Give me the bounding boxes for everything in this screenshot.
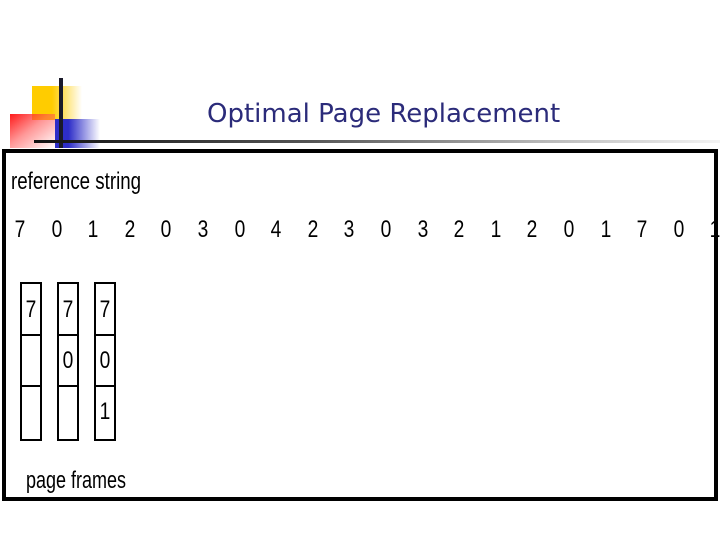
page-frame-column: 7 0 1 bbox=[94, 282, 116, 441]
frame-cell: 1 bbox=[99, 398, 111, 425]
reference-item: 2 bbox=[453, 216, 465, 243]
reference-item: 1 bbox=[710, 216, 720, 243]
reference-item: 2 bbox=[124, 216, 136, 243]
reference-string: 70120304230321201701 bbox=[6, 216, 720, 246]
frame-cell: 0 bbox=[99, 347, 111, 374]
reference-item: 0 bbox=[161, 216, 172, 243]
reference-item: 1 bbox=[600, 216, 611, 243]
reference-item: 0 bbox=[673, 216, 685, 243]
frame-cell: 7 bbox=[25, 296, 37, 323]
frame-cell bbox=[61, 386, 75, 437]
frame-cell bbox=[24, 386, 38, 437]
diagram-panel: reference string 70120304230321201701 77… bbox=[2, 149, 720, 501]
reference-item: 0 bbox=[234, 216, 245, 243]
reference-item: 1 bbox=[87, 216, 99, 243]
reference-item: 3 bbox=[344, 216, 355, 243]
frame-cell bbox=[24, 335, 38, 386]
reference-item: 1 bbox=[490, 216, 502, 243]
reference-item: 3 bbox=[417, 216, 428, 243]
title-underline bbox=[34, 140, 720, 143]
reference-item: 2 bbox=[527, 216, 538, 243]
page-frame-column: 70 bbox=[57, 282, 79, 441]
reference-item: 7 bbox=[636, 216, 648, 243]
frame-cell-divider bbox=[59, 385, 77, 387]
reference-item: 3 bbox=[197, 216, 209, 243]
frame-cell: 7 bbox=[62, 296, 74, 323]
frame-cell: 7 bbox=[99, 296, 111, 323]
frame-cell-divider bbox=[22, 334, 40, 336]
frame-cell-divider bbox=[96, 385, 114, 387]
reference-item: 2 bbox=[307, 216, 319, 243]
reference-string-label: reference string bbox=[11, 168, 142, 195]
page-frame-column: 7 bbox=[20, 282, 42, 441]
frame-cell-divider bbox=[22, 385, 40, 387]
frame-cell-divider bbox=[96, 334, 114, 336]
reference-item: 0 bbox=[380, 216, 392, 243]
reference-item: 7 bbox=[14, 216, 26, 243]
decor-vertical-line bbox=[59, 78, 63, 148]
reference-item: 4 bbox=[270, 216, 282, 243]
reference-item: 0 bbox=[51, 216, 62, 243]
page-frames-label: page frames bbox=[26, 467, 127, 494]
frame-cell: 0 bbox=[62, 347, 74, 374]
reference-item: 0 bbox=[563, 216, 575, 243]
frame-cell-divider bbox=[59, 334, 77, 336]
slide-title: Optimal Page Replacement bbox=[207, 99, 561, 129]
